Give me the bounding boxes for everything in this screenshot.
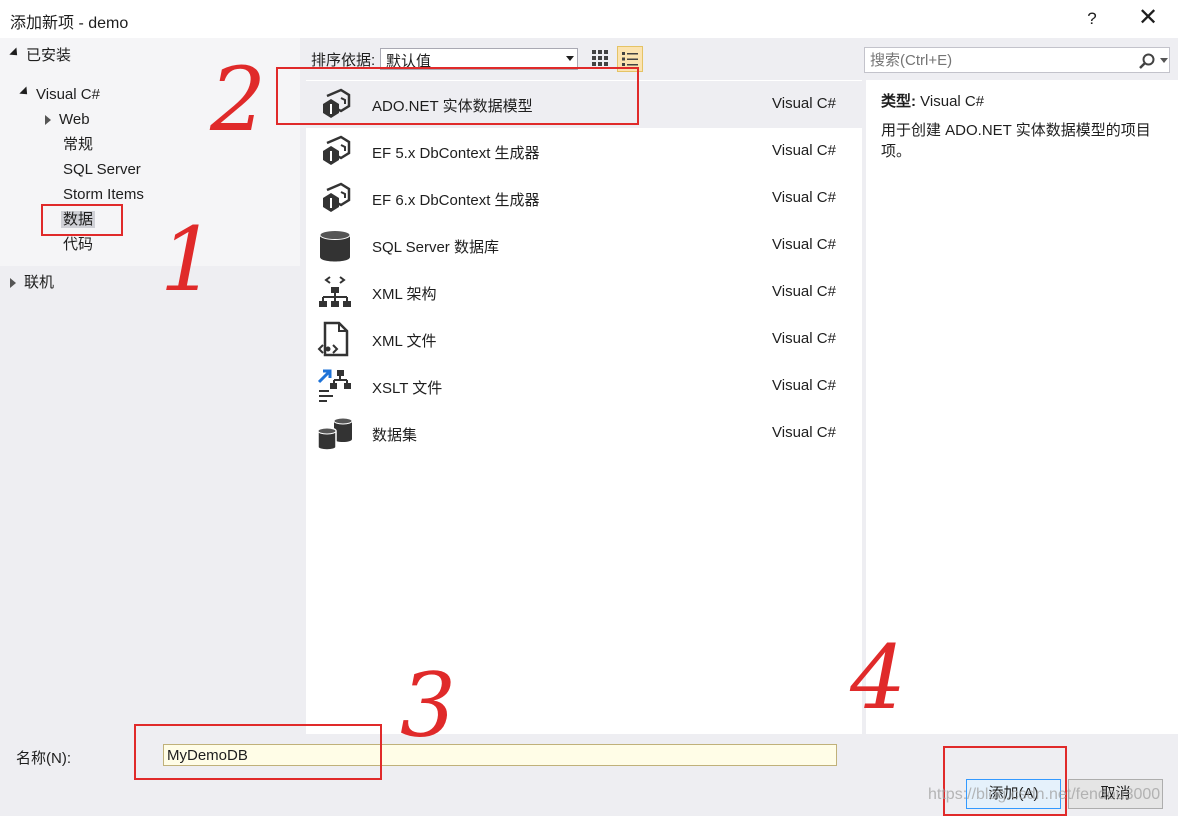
annotation-number: 1 <box>160 208 216 311</box>
tree-node-web[interactable]: Web <box>45 108 90 132</box>
tree-node-installed[interactable]: 已安装 <box>9 44 71 68</box>
item-name: XML 文件 <box>372 333 437 350</box>
window-title: 添加新项 - demo <box>10 15 129 32</box>
collapsed-arrow-icon[interactable] <box>45 115 51 126</box>
expanded-arrow-icon[interactable] <box>9 47 21 59</box>
tree-node-online[interactable]: 联机 <box>10 271 54 295</box>
help-button[interactable]: ? <box>1080 6 1104 32</box>
dbcontext-generator-icon <box>323 135 351 165</box>
type-line: 类型: Visual C# <box>881 90 984 111</box>
xml-schema-icon <box>319 276 351 307</box>
item-description: 用于创建 ADO.NET 实体数据模型的项目项。 <box>881 122 1151 160</box>
item-language: Visual C# <box>772 283 836 300</box>
list-item[interactable]: EF 5.x DbContext 生成器 Visual C# <box>306 128 862 175</box>
type-value: Visual C# <box>920 93 985 110</box>
title-bar <box>0 0 1178 38</box>
list-item[interactable]: XML 架构 Visual C# <box>306 269 862 316</box>
search-icon[interactable] <box>1138 52 1156 70</box>
item-language: Visual C# <box>772 377 836 394</box>
annotation-box-3 <box>134 724 382 780</box>
item-language: Visual C# <box>772 95 836 112</box>
search-input[interactable] <box>866 49 1130 71</box>
annotation-number: 4 <box>850 626 906 729</box>
collapsed-arrow-icon[interactable] <box>10 278 16 289</box>
item-name: EF 5.x DbContext 生成器 <box>372 145 540 162</box>
expanded-arrow-icon[interactable] <box>19 86 31 98</box>
list-item[interactable]: 数据集 Visual C# <box>306 410 862 457</box>
annotation-box-1 <box>41 204 123 236</box>
dbcontext-generator-icon <box>323 182 351 212</box>
annotation-number: 3 <box>400 654 456 757</box>
xslt-file-icon <box>317 369 351 402</box>
tree-node-code[interactable]: 代码 <box>63 233 93 257</box>
tree-node-sql-server[interactable]: SQL Server <box>63 158 141 182</box>
annotation-number: 2 <box>210 48 266 151</box>
item-name: EF 6.x DbContext 生成器 <box>372 192 540 209</box>
item-name: XML 架构 <box>372 286 437 303</box>
item-name: SQL Server 数据库 <box>372 239 499 256</box>
item-language: Visual C# <box>772 424 836 441</box>
name-label: 名称(N): <box>16 750 71 767</box>
dropdown-arrow-icon[interactable] <box>566 56 574 61</box>
type-label: 类型: <box>881 93 916 110</box>
tree-node-visual-csharp[interactable]: Visual C# <box>19 83 100 107</box>
list-item[interactable]: EF 6.x DbContext 生成器 Visual C# <box>306 175 862 222</box>
dataset-icon <box>317 417 353 451</box>
list-item[interactable]: SQL Server 数据库 Visual C# <box>306 222 862 269</box>
close-button[interactable]: ✕ <box>1134 4 1162 32</box>
list-item[interactable]: XSLT 文件 Visual C# <box>306 363 862 410</box>
item-name: 数据集 <box>372 427 418 444</box>
annotation-box-4 <box>943 746 1067 816</box>
item-language: Visual C# <box>772 189 836 206</box>
list-item[interactable]: XML 文件 Visual C# <box>306 316 862 363</box>
details-pane <box>866 80 1178 734</box>
item-language: Visual C# <box>772 330 836 347</box>
xml-file-icon <box>317 321 349 357</box>
watermark: https://blog.csdn.net/fendou3000 <box>928 786 1161 803</box>
item-language: Visual C# <box>772 236 836 253</box>
item-name: XSLT 文件 <box>372 380 443 397</box>
database-icon <box>319 230 351 262</box>
annotation-box-2 <box>276 67 639 125</box>
search-options-arrow-icon[interactable] <box>1160 58 1168 63</box>
item-language: Visual C# <box>772 142 836 159</box>
tree-node-general[interactable]: 常规 <box>63 133 93 157</box>
